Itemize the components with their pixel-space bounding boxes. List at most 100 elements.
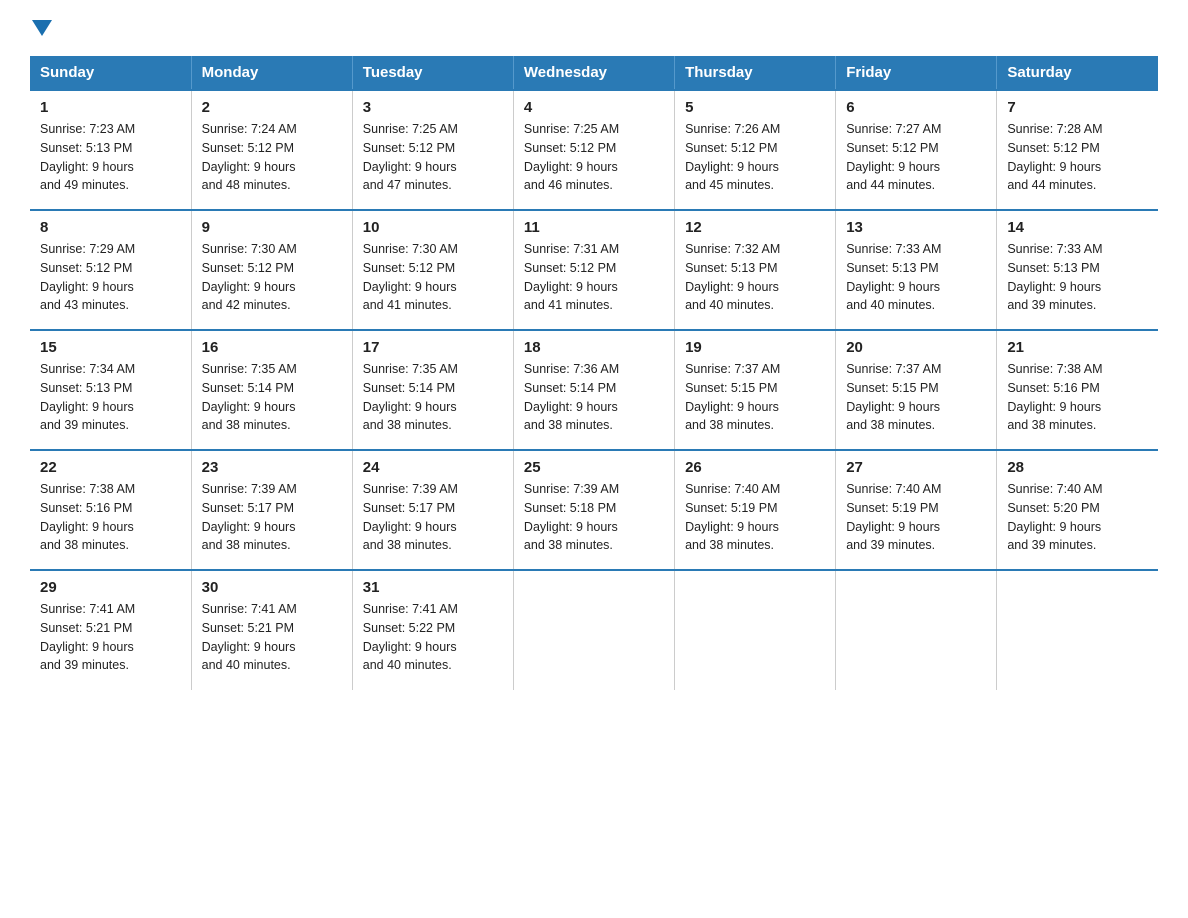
calendar-week-row: 15 Sunrise: 7:34 AMSunset: 5:13 PMDaylig… (30, 330, 1158, 450)
day-info: Sunrise: 7:31 AMSunset: 5:12 PMDaylight:… (524, 242, 619, 312)
day-info: Sunrise: 7:35 AMSunset: 5:14 PMDaylight:… (363, 362, 458, 432)
day-number: 11 (524, 219, 664, 236)
day-info: Sunrise: 7:28 AMSunset: 5:12 PMDaylight:… (1007, 122, 1102, 192)
day-info: Sunrise: 7:30 AMSunset: 5:12 PMDaylight:… (363, 242, 458, 312)
calendar-week-row: 8 Sunrise: 7:29 AMSunset: 5:12 PMDayligh… (30, 210, 1158, 330)
calendar-table: SundayMondayTuesdayWednesdayThursdayFrid… (30, 56, 1158, 690)
day-number: 2 (202, 99, 342, 116)
calendar-cell: 16 Sunrise: 7:35 AMSunset: 5:14 PMDaylig… (191, 330, 352, 450)
day-info: Sunrise: 7:38 AMSunset: 5:16 PMDaylight:… (40, 482, 135, 552)
calendar-cell: 29 Sunrise: 7:41 AMSunset: 5:21 PMDaylig… (30, 570, 191, 690)
calendar-cell: 7 Sunrise: 7:28 AMSunset: 5:12 PMDayligh… (997, 90, 1158, 210)
calendar-week-row: 1 Sunrise: 7:23 AMSunset: 5:13 PMDayligh… (30, 90, 1158, 210)
calendar-cell: 27 Sunrise: 7:40 AMSunset: 5:19 PMDaylig… (836, 450, 997, 570)
calendar-cell (997, 570, 1158, 690)
day-info: Sunrise: 7:39 AMSunset: 5:18 PMDaylight:… (524, 482, 619, 552)
day-info: Sunrise: 7:40 AMSunset: 5:20 PMDaylight:… (1007, 482, 1102, 552)
calendar-cell: 19 Sunrise: 7:37 AMSunset: 5:15 PMDaylig… (675, 330, 836, 450)
day-number: 17 (363, 339, 503, 356)
day-number: 4 (524, 99, 664, 116)
calendar-cell: 21 Sunrise: 7:38 AMSunset: 5:16 PMDaylig… (997, 330, 1158, 450)
day-number: 7 (1007, 99, 1148, 116)
day-info: Sunrise: 7:34 AMSunset: 5:13 PMDaylight:… (40, 362, 135, 432)
day-number: 3 (363, 99, 503, 116)
header-friday: Friday (836, 56, 997, 90)
day-info: Sunrise: 7:38 AMSunset: 5:16 PMDaylight:… (1007, 362, 1102, 432)
calendar-cell: 1 Sunrise: 7:23 AMSunset: 5:13 PMDayligh… (30, 90, 191, 210)
header-saturday: Saturday (997, 56, 1158, 90)
page-header (30, 20, 1158, 36)
day-number: 24 (363, 459, 503, 476)
calendar-cell: 9 Sunrise: 7:30 AMSunset: 5:12 PMDayligh… (191, 210, 352, 330)
day-info: Sunrise: 7:27 AMSunset: 5:12 PMDaylight:… (846, 122, 941, 192)
logo-triangle-icon (32, 20, 52, 36)
day-number: 10 (363, 219, 503, 236)
day-info: Sunrise: 7:41 AMSunset: 5:21 PMDaylight:… (40, 602, 135, 672)
day-number: 15 (40, 339, 181, 356)
day-info: Sunrise: 7:24 AMSunset: 5:12 PMDaylight:… (202, 122, 297, 192)
day-number: 19 (685, 339, 825, 356)
day-number: 29 (40, 579, 181, 596)
day-info: Sunrise: 7:41 AMSunset: 5:22 PMDaylight:… (363, 602, 458, 672)
calendar-cell: 30 Sunrise: 7:41 AMSunset: 5:21 PMDaylig… (191, 570, 352, 690)
day-number: 31 (363, 579, 503, 596)
day-number: 6 (846, 99, 986, 116)
calendar-cell: 11 Sunrise: 7:31 AMSunset: 5:12 PMDaylig… (513, 210, 674, 330)
calendar-cell: 14 Sunrise: 7:33 AMSunset: 5:13 PMDaylig… (997, 210, 1158, 330)
day-info: Sunrise: 7:23 AMSunset: 5:13 PMDaylight:… (40, 122, 135, 192)
day-info: Sunrise: 7:33 AMSunset: 5:13 PMDaylight:… (846, 242, 941, 312)
calendar-cell: 23 Sunrise: 7:39 AMSunset: 5:17 PMDaylig… (191, 450, 352, 570)
day-number: 23 (202, 459, 342, 476)
calendar-cell: 13 Sunrise: 7:33 AMSunset: 5:13 PMDaylig… (836, 210, 997, 330)
calendar-cell: 4 Sunrise: 7:25 AMSunset: 5:12 PMDayligh… (513, 90, 674, 210)
day-info: Sunrise: 7:40 AMSunset: 5:19 PMDaylight:… (685, 482, 780, 552)
calendar-cell (513, 570, 674, 690)
day-number: 8 (40, 219, 181, 236)
calendar-week-row: 29 Sunrise: 7:41 AMSunset: 5:21 PMDaylig… (30, 570, 1158, 690)
day-info: Sunrise: 7:39 AMSunset: 5:17 PMDaylight:… (363, 482, 458, 552)
header-tuesday: Tuesday (352, 56, 513, 90)
calendar-cell: 3 Sunrise: 7:25 AMSunset: 5:12 PMDayligh… (352, 90, 513, 210)
calendar-cell (675, 570, 836, 690)
calendar-cell: 28 Sunrise: 7:40 AMSunset: 5:20 PMDaylig… (997, 450, 1158, 570)
calendar-cell: 8 Sunrise: 7:29 AMSunset: 5:12 PMDayligh… (30, 210, 191, 330)
day-info: Sunrise: 7:41 AMSunset: 5:21 PMDaylight:… (202, 602, 297, 672)
day-info: Sunrise: 7:33 AMSunset: 5:13 PMDaylight:… (1007, 242, 1102, 312)
day-number: 1 (40, 99, 181, 116)
calendar-cell: 10 Sunrise: 7:30 AMSunset: 5:12 PMDaylig… (352, 210, 513, 330)
day-number: 25 (524, 459, 664, 476)
day-number: 12 (685, 219, 825, 236)
day-number: 22 (40, 459, 181, 476)
day-info: Sunrise: 7:39 AMSunset: 5:17 PMDaylight:… (202, 482, 297, 552)
day-info: Sunrise: 7:37 AMSunset: 5:15 PMDaylight:… (685, 362, 780, 432)
calendar-cell: 15 Sunrise: 7:34 AMSunset: 5:13 PMDaylig… (30, 330, 191, 450)
calendar-cell: 22 Sunrise: 7:38 AMSunset: 5:16 PMDaylig… (30, 450, 191, 570)
calendar-cell (836, 570, 997, 690)
calendar-week-row: 22 Sunrise: 7:38 AMSunset: 5:16 PMDaylig… (30, 450, 1158, 570)
day-number: 21 (1007, 339, 1148, 356)
calendar-cell: 25 Sunrise: 7:39 AMSunset: 5:18 PMDaylig… (513, 450, 674, 570)
header-sunday: Sunday (30, 56, 191, 90)
day-number: 14 (1007, 219, 1148, 236)
day-info: Sunrise: 7:29 AMSunset: 5:12 PMDaylight:… (40, 242, 135, 312)
calendar-cell: 17 Sunrise: 7:35 AMSunset: 5:14 PMDaylig… (352, 330, 513, 450)
day-info: Sunrise: 7:37 AMSunset: 5:15 PMDaylight:… (846, 362, 941, 432)
header-wednesday: Wednesday (513, 56, 674, 90)
day-number: 27 (846, 459, 986, 476)
header-thursday: Thursday (675, 56, 836, 90)
day-info: Sunrise: 7:32 AMSunset: 5:13 PMDaylight:… (685, 242, 780, 312)
day-info: Sunrise: 7:25 AMSunset: 5:12 PMDaylight:… (363, 122, 458, 192)
calendar-cell: 2 Sunrise: 7:24 AMSunset: 5:12 PMDayligh… (191, 90, 352, 210)
logo (30, 20, 52, 36)
day-info: Sunrise: 7:36 AMSunset: 5:14 PMDaylight:… (524, 362, 619, 432)
day-info: Sunrise: 7:26 AMSunset: 5:12 PMDaylight:… (685, 122, 780, 192)
day-info: Sunrise: 7:25 AMSunset: 5:12 PMDaylight:… (524, 122, 619, 192)
day-number: 5 (685, 99, 825, 116)
calendar-cell: 31 Sunrise: 7:41 AMSunset: 5:22 PMDaylig… (352, 570, 513, 690)
day-number: 28 (1007, 459, 1148, 476)
day-number: 20 (846, 339, 986, 356)
calendar-cell: 12 Sunrise: 7:32 AMSunset: 5:13 PMDaylig… (675, 210, 836, 330)
day-number: 13 (846, 219, 986, 236)
day-info: Sunrise: 7:35 AMSunset: 5:14 PMDaylight:… (202, 362, 297, 432)
day-number: 18 (524, 339, 664, 356)
